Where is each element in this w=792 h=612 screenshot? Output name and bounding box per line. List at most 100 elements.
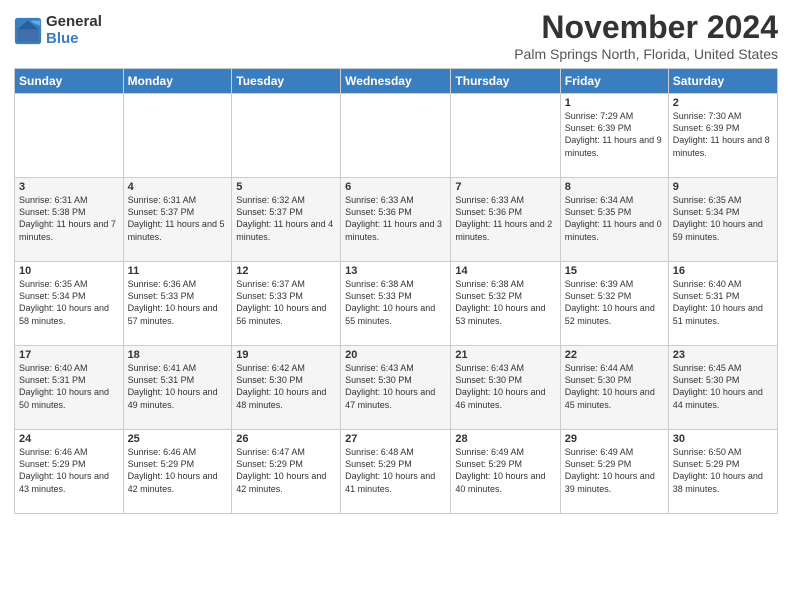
day-info: Sunrise: 6:41 AM Sunset: 5:31 PM Dayligh…: [128, 362, 228, 411]
day-info: Sunrise: 6:39 AM Sunset: 5:32 PM Dayligh…: [565, 278, 664, 327]
calendar-cell: 7Sunrise: 6:33 AM Sunset: 5:36 PM Daylig…: [451, 178, 560, 262]
day-number: 30: [673, 433, 773, 445]
calendar-cell: 13Sunrise: 6:38 AM Sunset: 5:33 PM Dayli…: [341, 262, 451, 346]
calendar-cell: 24Sunrise: 6:46 AM Sunset: 5:29 PM Dayli…: [15, 430, 124, 514]
header-saturday: Saturday: [668, 69, 777, 94]
calendar-cell: [451, 94, 560, 178]
calendar-cell: [123, 94, 232, 178]
day-number: 7: [455, 181, 555, 193]
calendar-cell: 15Sunrise: 6:39 AM Sunset: 5:32 PM Dayli…: [560, 262, 668, 346]
day-info: Sunrise: 6:48 AM Sunset: 5:29 PM Dayligh…: [345, 446, 446, 495]
day-number: 10: [19, 265, 119, 277]
day-info: Sunrise: 6:47 AM Sunset: 5:29 PM Dayligh…: [236, 446, 336, 495]
day-info: Sunrise: 6:46 AM Sunset: 5:29 PM Dayligh…: [128, 446, 228, 495]
calendar-cell: [341, 94, 451, 178]
day-number: 27: [345, 433, 446, 445]
day-info: Sunrise: 6:45 AM Sunset: 5:30 PM Dayligh…: [673, 362, 773, 411]
day-info: Sunrise: 6:35 AM Sunset: 5:34 PM Dayligh…: [673, 194, 773, 243]
calendar-cell: 8Sunrise: 6:34 AM Sunset: 5:35 PM Daylig…: [560, 178, 668, 262]
calendar-week-3: 17Sunrise: 6:40 AM Sunset: 5:31 PM Dayli…: [15, 346, 778, 430]
calendar-cell: 17Sunrise: 6:40 AM Sunset: 5:31 PM Dayli…: [15, 346, 124, 430]
day-info: Sunrise: 6:49 AM Sunset: 5:29 PM Dayligh…: [455, 446, 555, 495]
day-info: Sunrise: 7:29 AM Sunset: 6:39 PM Dayligh…: [565, 110, 664, 159]
page-container: General Blue November 2024 Palm Springs …: [0, 0, 792, 520]
day-number: 25: [128, 433, 228, 445]
day-info: Sunrise: 6:43 AM Sunset: 5:30 PM Dayligh…: [455, 362, 555, 411]
day-info: Sunrise: 6:32 AM Sunset: 5:37 PM Dayligh…: [236, 194, 336, 243]
calendar-cell: [232, 94, 341, 178]
calendar-cell: 12Sunrise: 6:37 AM Sunset: 5:33 PM Dayli…: [232, 262, 341, 346]
day-info: Sunrise: 6:50 AM Sunset: 5:29 PM Dayligh…: [673, 446, 773, 495]
calendar-cell: 28Sunrise: 6:49 AM Sunset: 5:29 PM Dayli…: [451, 430, 560, 514]
calendar-cell: 20Sunrise: 6:43 AM Sunset: 5:30 PM Dayli…: [341, 346, 451, 430]
logo-general: General: [46, 14, 102, 31]
header-monday: Monday: [123, 69, 232, 94]
day-number: 17: [19, 349, 119, 361]
day-number: 9: [673, 181, 773, 193]
header-thursday: Thursday: [451, 69, 560, 94]
calendar-cell: 26Sunrise: 6:47 AM Sunset: 5:29 PM Dayli…: [232, 430, 341, 514]
day-number: 13: [345, 265, 446, 277]
calendar-cell: 19Sunrise: 6:42 AM Sunset: 5:30 PM Dayli…: [232, 346, 341, 430]
day-info: Sunrise: 6:36 AM Sunset: 5:33 PM Dayligh…: [128, 278, 228, 327]
calendar-week-0: 1Sunrise: 7:29 AM Sunset: 6:39 PM Daylig…: [15, 94, 778, 178]
day-info: Sunrise: 6:38 AM Sunset: 5:33 PM Dayligh…: [345, 278, 446, 327]
calendar-cell: 16Sunrise: 6:40 AM Sunset: 5:31 PM Dayli…: [668, 262, 777, 346]
calendar-cell: [15, 94, 124, 178]
logo-icon: [14, 17, 42, 45]
day-number: 26: [236, 433, 336, 445]
day-number: 16: [673, 265, 773, 277]
logo-text: General Blue: [46, 14, 102, 47]
calendar-cell: 22Sunrise: 6:44 AM Sunset: 5:30 PM Dayli…: [560, 346, 668, 430]
day-number: 4: [128, 181, 228, 193]
day-number: 22: [565, 349, 664, 361]
day-number: 6: [345, 181, 446, 193]
header-wednesday: Wednesday: [341, 69, 451, 94]
day-info: Sunrise: 7:30 AM Sunset: 6:39 PM Dayligh…: [673, 110, 773, 159]
day-info: Sunrise: 6:34 AM Sunset: 5:35 PM Dayligh…: [565, 194, 664, 243]
calendar-cell: 5Sunrise: 6:32 AM Sunset: 5:37 PM Daylig…: [232, 178, 341, 262]
day-number: 28: [455, 433, 555, 445]
calendar-cell: 21Sunrise: 6:43 AM Sunset: 5:30 PM Dayli…: [451, 346, 560, 430]
day-number: 8: [565, 181, 664, 193]
calendar-cell: 4Sunrise: 6:31 AM Sunset: 5:37 PM Daylig…: [123, 178, 232, 262]
header-friday: Friday: [560, 69, 668, 94]
day-number: 29: [565, 433, 664, 445]
day-info: Sunrise: 6:33 AM Sunset: 5:36 PM Dayligh…: [455, 194, 555, 243]
day-info: Sunrise: 6:49 AM Sunset: 5:29 PM Dayligh…: [565, 446, 664, 495]
calendar-cell: 10Sunrise: 6:35 AM Sunset: 5:34 PM Dayli…: [15, 262, 124, 346]
logo: General Blue: [14, 14, 102, 47]
calendar-table: Sunday Monday Tuesday Wednesday Thursday…: [14, 68, 778, 514]
day-number: 19: [236, 349, 336, 361]
logo-blue: Blue: [46, 31, 102, 48]
day-number: 1: [565, 97, 664, 109]
header: General Blue November 2024 Palm Springs …: [14, 10, 778, 62]
calendar-cell: 1Sunrise: 7:29 AM Sunset: 6:39 PM Daylig…: [560, 94, 668, 178]
day-info: Sunrise: 6:40 AM Sunset: 5:31 PM Dayligh…: [673, 278, 773, 327]
day-number: 15: [565, 265, 664, 277]
header-sunday: Sunday: [15, 69, 124, 94]
day-number: 18: [128, 349, 228, 361]
day-info: Sunrise: 6:44 AM Sunset: 5:30 PM Dayligh…: [565, 362, 664, 411]
day-info: Sunrise: 6:43 AM Sunset: 5:30 PM Dayligh…: [345, 362, 446, 411]
calendar-cell: 25Sunrise: 6:46 AM Sunset: 5:29 PM Dayli…: [123, 430, 232, 514]
calendar-cell: 11Sunrise: 6:36 AM Sunset: 5:33 PM Dayli…: [123, 262, 232, 346]
day-info: Sunrise: 6:37 AM Sunset: 5:33 PM Dayligh…: [236, 278, 336, 327]
day-number: 20: [345, 349, 446, 361]
day-info: Sunrise: 6:31 AM Sunset: 5:37 PM Dayligh…: [128, 194, 228, 243]
title-section: November 2024 Palm Springs North, Florid…: [514, 10, 778, 62]
calendar-cell: 30Sunrise: 6:50 AM Sunset: 5:29 PM Dayli…: [668, 430, 777, 514]
day-info: Sunrise: 6:40 AM Sunset: 5:31 PM Dayligh…: [19, 362, 119, 411]
day-info: Sunrise: 6:46 AM Sunset: 5:29 PM Dayligh…: [19, 446, 119, 495]
day-number: 3: [19, 181, 119, 193]
day-info: Sunrise: 6:35 AM Sunset: 5:34 PM Dayligh…: [19, 278, 119, 327]
month-title: November 2024: [514, 10, 778, 45]
day-info: Sunrise: 6:31 AM Sunset: 5:38 PM Dayligh…: [19, 194, 119, 243]
day-number: 2: [673, 97, 773, 109]
calendar-cell: 29Sunrise: 6:49 AM Sunset: 5:29 PM Dayli…: [560, 430, 668, 514]
calendar-cell: 14Sunrise: 6:38 AM Sunset: 5:32 PM Dayli…: [451, 262, 560, 346]
day-number: 12: [236, 265, 336, 277]
calendar-cell: 9Sunrise: 6:35 AM Sunset: 5:34 PM Daylig…: [668, 178, 777, 262]
calendar-week-1: 3Sunrise: 6:31 AM Sunset: 5:38 PM Daylig…: [15, 178, 778, 262]
day-number: 5: [236, 181, 336, 193]
